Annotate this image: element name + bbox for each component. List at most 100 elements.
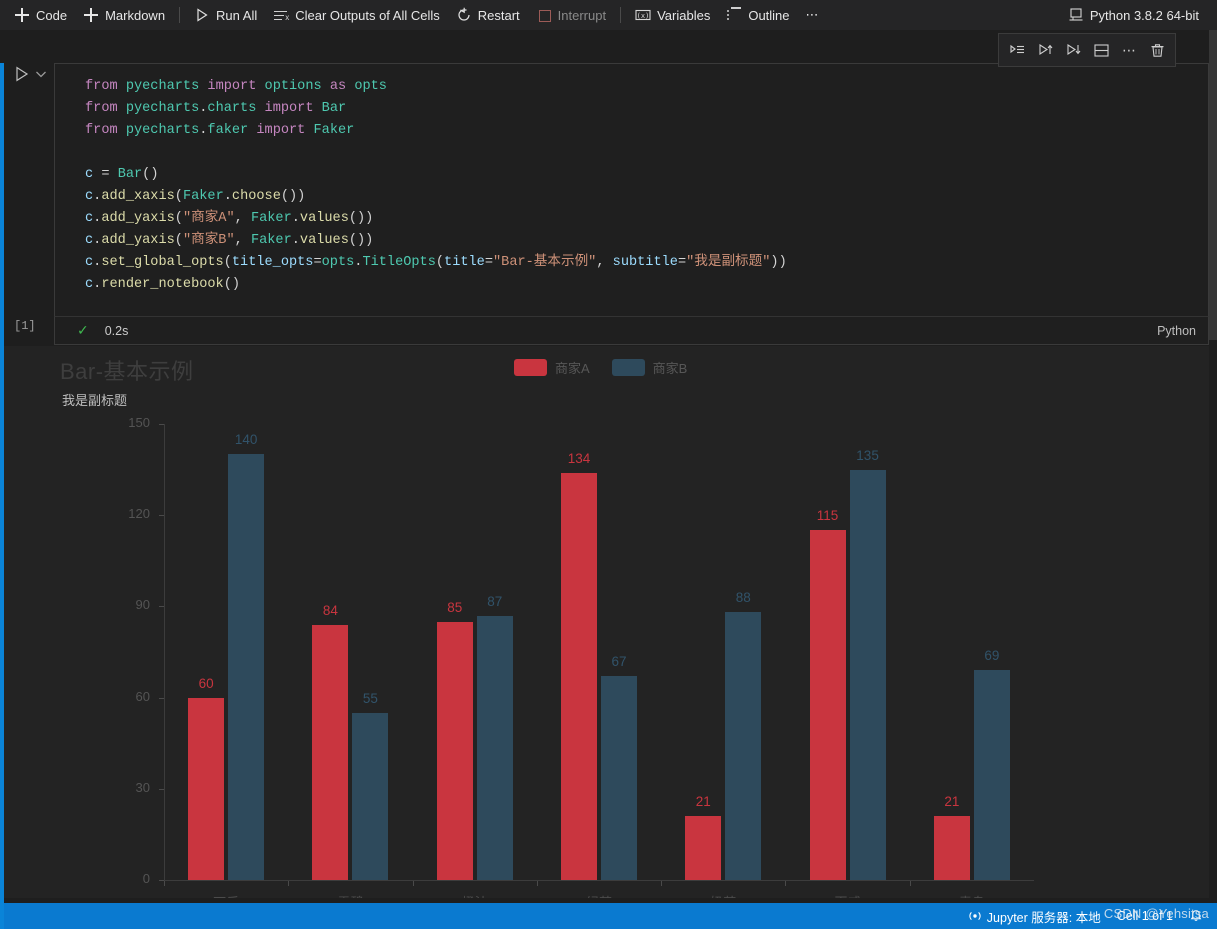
- bar-value-label: 21: [695, 794, 711, 810]
- cell-status-bar: ✓ 0.2s Python: [54, 316, 1209, 345]
- run-cell-and-below-button[interactable]: [1059, 36, 1087, 64]
- bar-value-label: 115: [816, 508, 839, 524]
- trash-icon: [1151, 43, 1163, 57]
- chart-plot-area: 0306090120150可乐60140雪碧8455橙汁8587绿茶13467奶…: [4, 346, 1209, 898]
- bar[interactable]: [188, 697, 225, 880]
- add-markdown-cell-button[interactable]: Markdown: [75, 3, 173, 27]
- kernel-icon: [1068, 7, 1084, 23]
- bar-value-label: 55: [362, 690, 378, 706]
- play-up-icon: [1038, 43, 1052, 55]
- notifications-button[interactable]: [1181, 903, 1211, 929]
- status-bar: Jupyter 服务器: 本地 Cell 1 of 1 CSDN @Yehsit…: [0, 903, 1217, 929]
- cell-selection-indicator: [0, 63, 4, 929]
- y-tick-label: 0: [142, 871, 150, 886]
- cell-position-status[interactable]: Cell 1 of 1: [1109, 903, 1181, 929]
- toolbar-divider: [620, 7, 622, 23]
- clear-outputs-label: Clear Outputs of All Cells: [295, 7, 440, 23]
- bar[interactable]: [561, 472, 597, 880]
- bar[interactable]: [933, 816, 970, 880]
- run-above-cells-button[interactable]: [1031, 36, 1059, 64]
- kernel-label: Python 3.8.2 64-bit: [1089, 7, 1199, 23]
- clear-outputs-icon: x: [273, 7, 289, 23]
- add-code-cell-button[interactable]: Code: [6, 3, 75, 27]
- outline-button[interactable]: Outline: [718, 3, 797, 27]
- run-by-line-icon: [1009, 44, 1024, 53]
- bar[interactable]: [685, 816, 722, 880]
- cell-more-button[interactable]: ⋯: [1115, 36, 1143, 64]
- success-check-icon: ✓: [77, 322, 89, 338]
- bar[interactable]: [352, 712, 389, 880]
- plus-icon: [83, 7, 99, 23]
- stop-square-icon: [536, 7, 552, 23]
- split-cell-button[interactable]: [1087, 36, 1115, 64]
- bar-value-label: 88: [735, 590, 751, 606]
- cell-more-label: ⋯: [1122, 42, 1136, 58]
- toolbar-divider: [179, 7, 181, 23]
- bar-value-label: 69: [984, 648, 1000, 664]
- outline-label: Outline: [748, 7, 790, 23]
- restart-kernel-button[interactable]: Restart: [448, 3, 528, 27]
- chevron-down-icon: [36, 71, 46, 78]
- code-cell: [1] from pyecharts import options as opt…: [4, 63, 1209, 345]
- bar[interactable]: [312, 624, 349, 880]
- x-tick-label: 绿茶: [554, 892, 644, 898]
- kernel-selector[interactable]: Python 3.8.2 64-bit: [1060, 3, 1207, 27]
- cell-run-time: 0.2s: [104, 323, 129, 338]
- bar-value-label: 21: [944, 794, 960, 810]
- restart-label: Restart: [477, 7, 520, 23]
- x-tick-label: 奶茶: [678, 892, 768, 898]
- delete-cell-button[interactable]: [1143, 36, 1171, 64]
- bar[interactable]: [228, 454, 265, 880]
- cell-language-label[interactable]: Python: [1157, 324, 1196, 338]
- x-tick-label: 可乐: [181, 892, 271, 898]
- interrupt-button[interactable]: Interrupt: [528, 3, 614, 27]
- bar[interactable]: [725, 612, 762, 880]
- bar-value-label: 140: [234, 432, 258, 448]
- jupyter-server-status[interactable]: Jupyter 服务器: 本地: [960, 903, 1109, 929]
- y-tick-label: 60: [135, 688, 150, 704]
- status-bar-right: Jupyter 服务器: 本地 Cell 1 of 1 CSDN @Yehsit…: [960, 903, 1217, 929]
- vertical-scrollbar-thumb[interactable]: [1209, 30, 1217, 340]
- y-tick-label: 90: [135, 597, 150, 613]
- bar-value-label: 67: [611, 654, 627, 670]
- run-all-button[interactable]: Run All: [186, 3, 265, 27]
- cell-output: Bar-基本示例 我是副标题 商家A 商家B 0306090120150可乐60…: [4, 346, 1209, 898]
- bar-value-label: 135: [856, 447, 879, 463]
- code-content: from pyecharts import options as opts fr…: [85, 79, 787, 292]
- bar-value-label: 134: [567, 450, 591, 466]
- bell-icon: [1190, 910, 1202, 921]
- code-editor[interactable]: from pyecharts import options as opts fr…: [54, 63, 1209, 316]
- broadcast-icon: [969, 912, 981, 920]
- bar[interactable]: [849, 469, 886, 880]
- variables-button[interactable]: (x) Variables: [627, 3, 718, 27]
- run-by-line-button[interactable]: [1003, 36, 1031, 64]
- x-tick-label: 雪碧: [305, 892, 395, 898]
- bar-value-label: 87: [487, 593, 503, 609]
- split-cell-icon: [1093, 43, 1109, 57]
- bar-value-label: 84: [322, 602, 338, 618]
- x-tick-mark: [785, 881, 786, 886]
- bar[interactable]: [476, 615, 513, 880]
- toolbar-more-label: ⋯: [805, 7, 819, 22]
- clear-outputs-button[interactable]: x Clear Outputs of All Cells: [265, 3, 448, 27]
- bar[interactable]: [601, 676, 637, 880]
- x-tick-label: 橙汁: [430, 892, 520, 898]
- bar[interactable]: [809, 530, 846, 880]
- y-tick-label: 150: [128, 415, 150, 430]
- x-tick-mark: [537, 881, 538, 886]
- y-tick-mark: [159, 697, 164, 699]
- run-cell-button[interactable]: [13, 65, 31, 83]
- bar[interactable]: [436, 621, 473, 880]
- bar[interactable]: [973, 670, 1010, 880]
- y-tick-mark: [159, 606, 164, 608]
- bar-chart: Bar-基本示例 我是副标题 商家A 商家B 0306090120150可乐60…: [4, 346, 1209, 898]
- svg-text:(x): (x): [637, 12, 650, 20]
- toolbar-more-button[interactable]: ⋯: [798, 3, 827, 27]
- collapse-cell-chevron[interactable]: [34, 67, 48, 81]
- cell-toolbar: ⋯: [998, 33, 1176, 67]
- x-tick-mark: [288, 881, 289, 886]
- x-tick-label: 青岛: [927, 892, 1017, 898]
- y-tick-mark: [159, 788, 164, 790]
- jupyter-server-label: Jupyter 服务器: 本地: [986, 910, 1101, 925]
- y-tick-mark: [159, 424, 164, 425]
